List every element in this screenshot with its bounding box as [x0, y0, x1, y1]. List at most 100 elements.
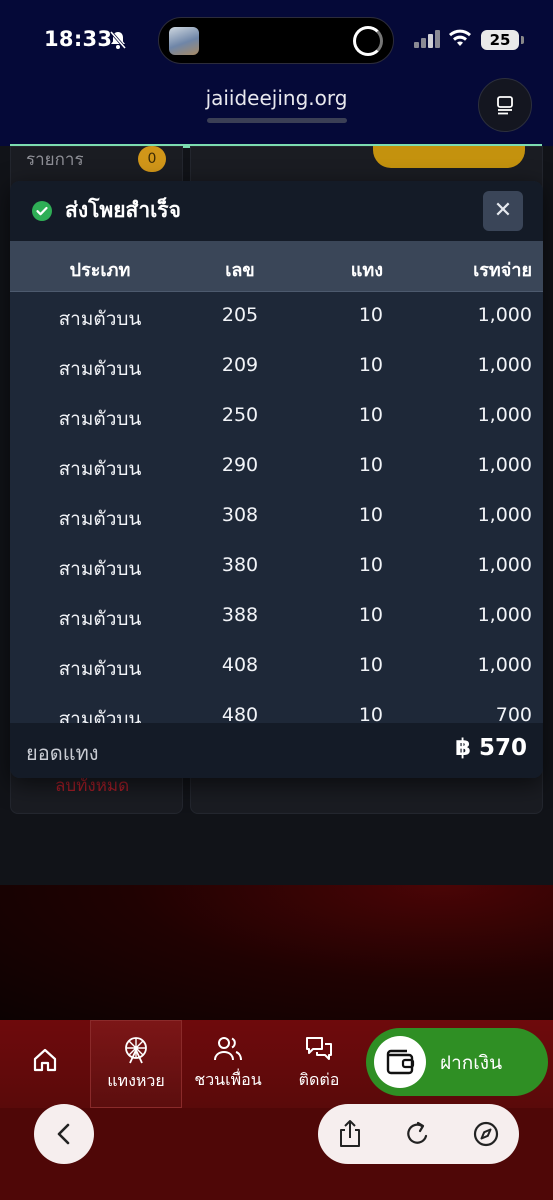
cell-rate: 1,000	[477, 354, 532, 376]
tab-overview-icon	[497, 96, 513, 115]
cell-type: สามตัวบน	[58, 658, 142, 680]
share-button[interactable]	[334, 1118, 366, 1150]
battery-level: 25	[481, 30, 519, 50]
cellular-signal-icon	[414, 30, 440, 48]
progress-ring-icon	[353, 26, 383, 56]
table-body[interactable]: สามตัวบน 205 10 1,000 สามตัวบน 209 10 1,…	[10, 292, 543, 723]
total-bet-label: ยอดแทง	[26, 741, 99, 765]
back-button[interactable]	[34, 1104, 94, 1164]
cell-number: 388	[221, 604, 259, 626]
browser-actions	[318, 1104, 519, 1164]
cell-bet: 10	[358, 554, 383, 576]
cell-bet: 10	[358, 354, 383, 376]
chat-icon	[306, 1037, 332, 1060]
dynamic-island[interactable]	[158, 17, 394, 64]
cell-bet: 10	[358, 304, 383, 326]
table-row: สามตัวบน 308 10 1,000	[10, 492, 543, 542]
cell-number: 290	[221, 454, 259, 476]
modal-header: ส่งโพยสำเร็จ ✕	[10, 181, 543, 241]
cell-type: สามตัวบน	[58, 508, 142, 530]
close-button[interactable]: ✕	[483, 191, 523, 231]
cell-number: 209	[221, 354, 259, 376]
modal-footer: ยอดแทง ฿ 570	[10, 723, 543, 778]
deposit-icon-wrap	[374, 1036, 426, 1088]
cell-rate: 1,000	[477, 604, 532, 626]
deposit-button[interactable]: ฝากเงิน	[366, 1028, 548, 1096]
cell-type: สามตัวบน	[58, 308, 142, 330]
reload-button[interactable]	[402, 1118, 434, 1150]
list-count-badge: 0	[138, 146, 166, 172]
site-bottom-nav: แทงหวย ชวนเพื่อน ติดต่อ ฝากเงิน	[0, 1020, 553, 1108]
bet-success-modal: ส่งโพยสำเร็จ ✕ ประเภท เลข แทง เรทจ่าย สา…	[10, 181, 543, 778]
bell-slash-icon	[109, 31, 127, 49]
nav-lottery[interactable]: แทงหวย	[90, 1020, 182, 1108]
table-row: สามตัวบน 205 10 1,000	[10, 292, 543, 342]
header-number: เลข	[225, 260, 255, 281]
table-row: สามตัวบน 408 10 1,000	[10, 642, 543, 692]
modal-title: ส่งโพยสำเร็จ	[65, 198, 181, 222]
cell-bet: 10	[358, 504, 383, 526]
cell-number: 380	[221, 554, 259, 576]
compass-button[interactable]	[470, 1118, 502, 1150]
url-progress-bar	[207, 118, 347, 123]
table-row: สามตัวบน 480 10 700	[10, 692, 543, 723]
cell-number: 480	[221, 704, 259, 723]
check-circle-icon	[32, 201, 52, 221]
cell-type: สามตัวบน	[58, 558, 142, 580]
nav-contact-label: ติดต่อ	[298, 1070, 340, 1089]
browser-bottom-toolbar	[0, 1104, 553, 1200]
table-row: สามตัวบน 250 10 1,000	[10, 392, 543, 442]
cell-number: 250	[221, 404, 259, 426]
nav-home[interactable]	[0, 1020, 90, 1108]
cell-number: 408	[221, 654, 259, 676]
deposit-label: ฝากเงิน	[440, 1052, 503, 1074]
table-row: สามตัวบน 209 10 1,000	[10, 342, 543, 392]
table-row: สามตัวบน 388 10 1,000	[10, 592, 543, 642]
cell-type: สามตัวบน	[58, 408, 142, 430]
media-thumbnail	[169, 27, 199, 55]
wallet-icon	[386, 1049, 415, 1075]
users-icon	[214, 1037, 242, 1061]
battery-cap	[521, 36, 524, 44]
cell-type: สามตัวบน	[58, 358, 142, 380]
cell-number: 205	[221, 304, 259, 326]
cell-rate: 1,000	[477, 504, 532, 526]
share-icon	[340, 1120, 360, 1147]
header-type: ประเภท	[69, 260, 131, 281]
tabs-button[interactable]	[478, 78, 532, 132]
cell-rate: 1,000	[477, 404, 532, 426]
reload-icon	[407, 1121, 428, 1144]
table-row: สามตัวบน 380 10 1,000	[10, 542, 543, 592]
cell-bet: 10	[358, 404, 383, 426]
table-row: สามตัวบน 290 10 1,000	[10, 442, 543, 492]
page-footer-background	[0, 885, 553, 1020]
compass-icon	[473, 1121, 499, 1147]
cell-bet: 10	[358, 704, 383, 723]
cell-rate: 1,000	[477, 304, 532, 326]
status-time: 18:33	[44, 27, 113, 51]
cell-rate: 1,000	[477, 654, 532, 676]
wifi-icon	[449, 29, 471, 46]
submit-button-background[interactable]	[373, 146, 525, 168]
cell-bet: 10	[358, 604, 383, 626]
header-bet: แทง	[350, 260, 383, 281]
cell-rate: 700	[495, 704, 532, 723]
ferris-wheel-icon	[125, 1037, 147, 1064]
list-label: รายการ	[26, 150, 84, 170]
cell-type: สามตัวบน	[58, 608, 142, 630]
cell-number: 308	[221, 504, 259, 526]
header-rate: เรทจ่าย	[473, 260, 532, 281]
address-bar-url[interactable]: jaiideejing.org	[0, 86, 553, 110]
cell-bet: 10	[358, 454, 383, 476]
browser-top-bar: 18:33 25 jaiideejing.org	[0, 0, 553, 146]
chevron-left-icon	[57, 1123, 70, 1145]
cell-rate: 1,000	[477, 554, 532, 576]
cell-type: สามตัวบน	[58, 708, 142, 723]
cell-type: สามตัวบน	[58, 458, 142, 480]
nav-invite[interactable]: ชวนเพื่อน	[182, 1020, 274, 1108]
nav-contact[interactable]: ติดต่อ	[274, 1020, 364, 1108]
cell-rate: 1,000	[477, 454, 532, 476]
table-header: ประเภท เลข แทง เรทจ่าย	[10, 241, 543, 292]
total-bet-amount: ฿ 570	[454, 735, 527, 761]
nav-invite-label: ชวนเพื่อน	[194, 1070, 262, 1089]
